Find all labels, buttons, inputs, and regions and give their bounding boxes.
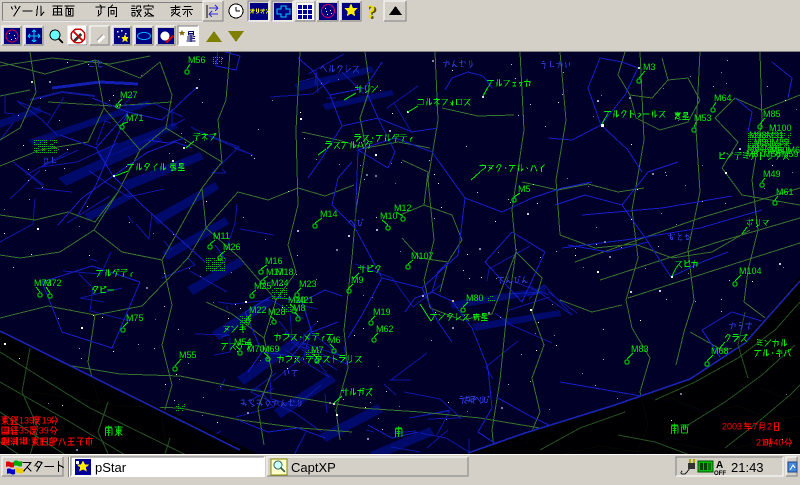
svg-text:M56: M56 [188, 55, 206, 65]
svg-text:M23: M23 [299, 279, 317, 289]
svg-text:M16: M16 [265, 256, 283, 266]
svg-text:M53: M53 [694, 113, 712, 123]
svg-text:M7: M7 [311, 345, 324, 355]
svg-text:M25: M25 [254, 281, 272, 291]
svg-text:40: 40 [773, 437, 783, 447]
svg-text:M107: M107 [411, 251, 434, 261]
svg-text:2003: 2003 [722, 421, 742, 431]
svg-text:7: 7 [753, 421, 758, 431]
svg-text:M55: M55 [179, 350, 197, 360]
svg-text:M70: M70 [247, 344, 265, 354]
svg-text:M21: M21 [296, 295, 314, 305]
svg-text:M11: M11 [213, 231, 230, 241]
svg-text:OFF: OFF [714, 471, 726, 477]
svg-text:M62: M62 [376, 324, 394, 334]
svg-text:M69: M69 [262, 344, 280, 354]
svg-text:M75: M75 [126, 313, 144, 323]
svg-text:M14: M14 [320, 209, 338, 219]
svg-text:35: 35 [19, 425, 29, 435]
svg-text:M18: M18 [276, 267, 294, 277]
svg-text::: : [28, 436, 31, 446]
svg-text:pStar: pStar [95, 460, 127, 475]
svg-text:CaptXP: CaptXP [291, 460, 336, 475]
svg-text:M85: M85 [763, 109, 781, 119]
svg-text:M71: M71 [126, 113, 144, 123]
svg-text:39: 39 [39, 425, 49, 435]
svg-text:2: 2 [767, 421, 772, 431]
svg-text:21:43: 21:43 [731, 460, 764, 475]
svg-text:M22: M22 [249, 305, 267, 315]
svg-text:M72: M72 [44, 278, 62, 288]
svg-text:M28: M28 [268, 307, 286, 317]
svg-text:M83: M83 [631, 344, 649, 354]
svg-text:139: 139 [19, 415, 34, 425]
svg-text:M24: M24 [271, 278, 289, 288]
svg-text:M49: M49 [763, 169, 781, 179]
svg-text:M3: M3 [643, 62, 656, 72]
svg-text:M61: M61 [776, 187, 794, 197]
svg-text:A: A [716, 460, 723, 471]
svg-text:M10: M10 [380, 211, 398, 221]
svg-text:M80: M80 [466, 293, 484, 303]
svg-text:M9: M9 [351, 275, 364, 285]
svg-text:M26: M26 [223, 242, 241, 252]
svg-text:?: ? [366, 2, 376, 23]
svg-text:M19: M19 [373, 307, 391, 317]
svg-text:M64: M64 [714, 93, 732, 103]
svg-text:19: 19 [42, 415, 52, 425]
svg-text:M5: M5 [518, 184, 531, 194]
svg-text:21: 21 [756, 437, 766, 447]
svg-text:M27: M27 [120, 90, 138, 100]
svg-text:M104: M104 [739, 266, 762, 276]
